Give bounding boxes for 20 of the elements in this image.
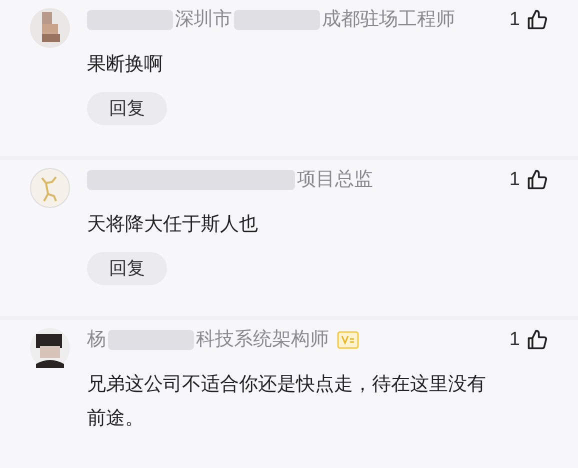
like-count: 1 <box>509 8 520 32</box>
author-name: 项目总监 <box>297 168 373 192</box>
comment-text: 天将降大任于斯人也 <box>87 213 259 237</box>
thumbs-up-icon[interactable] <box>526 169 548 191</box>
like-count: 1 <box>509 328 520 352</box>
author-name: 成都驻场工程师 <box>322 8 455 32</box>
author-name: 杨 <box>87 328 106 352</box>
avatar <box>30 328 70 368</box>
comment-text: 兄弟这公司不适合你还是快点走，待在这里没有前途。 <box>87 373 487 431</box>
verified-badge-icon <box>337 331 359 349</box>
avatar <box>30 8 70 48</box>
thumbs-up-icon[interactable] <box>526 329 548 351</box>
avatar <box>30 168 70 208</box>
like-count: 1 <box>509 168 520 192</box>
reply-button[interactable]: 回复 <box>87 92 167 125</box>
thumbs-up-icon[interactable] <box>526 9 548 31</box>
reply-button[interactable]: 回复 <box>87 252 167 285</box>
comment-text: 果断换啊 <box>87 53 164 77</box>
author-name: 深圳市 <box>175 8 232 32</box>
author-name: 科技系统架构师 <box>196 328 329 352</box>
